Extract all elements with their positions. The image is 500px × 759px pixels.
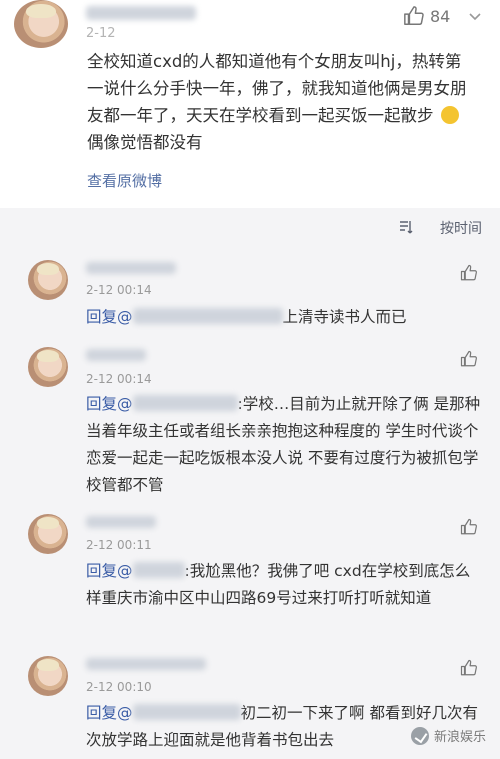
mention[interactable]: 回复@ — [86, 562, 133, 580]
comment-text: 全校知道cxd的人都知道他有个女朋友叫hj，热转第一说什么分手快一年，佛了，就我… — [87, 52, 467, 125]
like-icon[interactable] — [460, 350, 478, 368]
watermark-label: 新浪娱乐 — [433, 730, 486, 745]
reply-text: 回复@:学校…目前为止就开除了俩 是那种当着年级主任或者组长亲亲抱抱这种程度的 … — [86, 391, 481, 499]
redacted-username — [86, 349, 146, 361]
avatar[interactable] — [28, 514, 68, 554]
reply-time: 2-12 00:14 — [86, 372, 152, 386]
mention[interactable]: 回复@ — [86, 704, 133, 722]
watermark: 新浪娱乐 — [410, 726, 486, 745]
shy-face-emoji-icon — [440, 106, 459, 124]
reply-time: 2-12 00:10 — [86, 680, 152, 694]
redacted-username — [86, 516, 156, 528]
avatar[interactable] — [28, 260, 68, 300]
redacted-username — [86, 6, 196, 20]
redacted-mention — [132, 395, 238, 411]
weibo-logo-icon — [410, 726, 429, 745]
avatar[interactable] — [14, 0, 68, 48]
reply-text: 回复@ 上清寺读书人而已 — [86, 304, 481, 331]
redacted-mention — [132, 308, 283, 324]
avatar[interactable] — [28, 347, 68, 387]
comment-body: 全校知道cxd的人都知道他有个女朋友叫hj，热转第一说什么分手快一年，佛了，就我… — [87, 48, 467, 156]
mention[interactable]: 回复@ — [86, 395, 133, 413]
comment-date: 2-12 — [86, 26, 116, 41]
reply-time: 2-12 00:14 — [86, 283, 152, 297]
redacted-username — [86, 658, 206, 670]
redacted-username — [86, 262, 176, 274]
like-count: 84 — [430, 7, 451, 26]
like-icon[interactable] — [460, 518, 478, 536]
redacted-mention — [132, 704, 241, 720]
like-icon[interactable] — [460, 659, 478, 677]
sort-by-time-button[interactable]: 按时间 — [440, 218, 482, 238]
reply-text: 回复@:我尬黑他？我佛了吧 cxd在学校到底怎么样重庆市渝中区中山四路69号过来… — [86, 558, 481, 612]
reply-body: 上清寺读书人而已 — [282, 308, 407, 326]
reply-time: 2-12 00:11 — [86, 538, 152, 552]
chevron-down-icon[interactable] — [467, 8, 483, 24]
redacted-mention — [132, 562, 185, 578]
like-icon[interactable] — [403, 5, 425, 27]
sort-icon[interactable] — [398, 219, 414, 235]
avatar[interactable] — [28, 656, 68, 696]
mention[interactable]: 回复@ — [86, 308, 133, 326]
like-icon[interactable] — [460, 264, 478, 282]
comment-text-tail: 偶像觉悟都没有 — [87, 133, 203, 152]
view-original-link[interactable]: 查看原微博 — [87, 170, 162, 191]
